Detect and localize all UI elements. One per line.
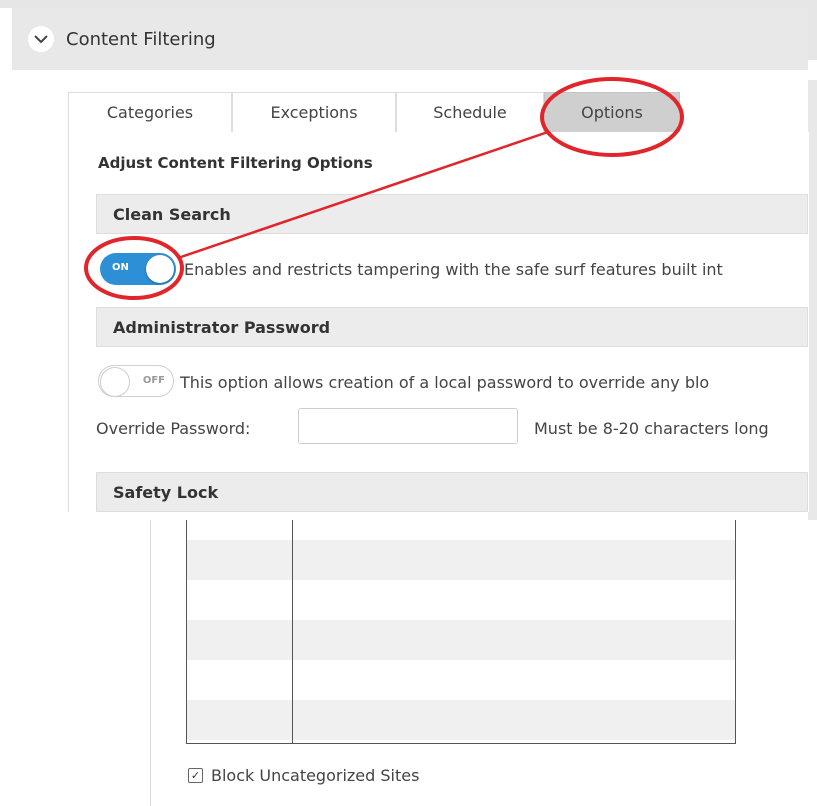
clean-search-bar: Clean Search [96,194,808,234]
toggle-on-label: ON [112,262,129,273]
override-password-label: Override Password: [96,419,251,438]
table-row [187,700,735,740]
password-length-hint: Must be 8-20 characters long [534,419,769,438]
section-title: Content Filtering [66,28,216,50]
override-password-input[interactable] [298,408,518,444]
options-heading: Adjust Content Filtering Options [98,154,373,172]
table-row [187,520,735,540]
tab-exceptions[interactable]: Exceptions [232,92,396,132]
toggle-off-label: OFF [142,375,165,386]
clean-search-description: Enables and restricts tampering with the… [184,260,723,279]
table-column-divider [292,520,293,743]
safety-lock-bar: Safety Lock [96,472,808,512]
block-uncategorized-checkbox[interactable]: ✓ [188,768,203,783]
admin-password-toggle[interactable]: OFF [98,365,174,397]
table-row [187,620,735,660]
chevron-down-icon[interactable] [28,26,54,52]
table-row [187,580,735,620]
clean-search-toggle[interactable]: ON [100,253,176,285]
table-row [187,660,735,700]
category-table [186,520,736,744]
tab-schedule[interactable]: Schedule [396,92,544,132]
toggle-knob [146,255,174,283]
table-row [187,540,735,580]
tab-options[interactable]: Options [544,92,680,132]
block-uncategorized-label: Block Uncategorized Sites [211,766,420,785]
categories-panel: ✓ Block Uncategorized Sites [96,520,817,806]
tab-categories[interactable]: Categories [68,92,232,132]
section-header[interactable]: Content Filtering [12,8,808,70]
block-uncategorized-row[interactable]: ✓ Block Uncategorized Sites [188,766,419,785]
admin-password-description: This option allows creation of a local p… [180,373,710,392]
toggle-knob [100,367,130,397]
admin-password-bar: Administrator Password [96,307,808,347]
panel-divider [150,520,151,806]
